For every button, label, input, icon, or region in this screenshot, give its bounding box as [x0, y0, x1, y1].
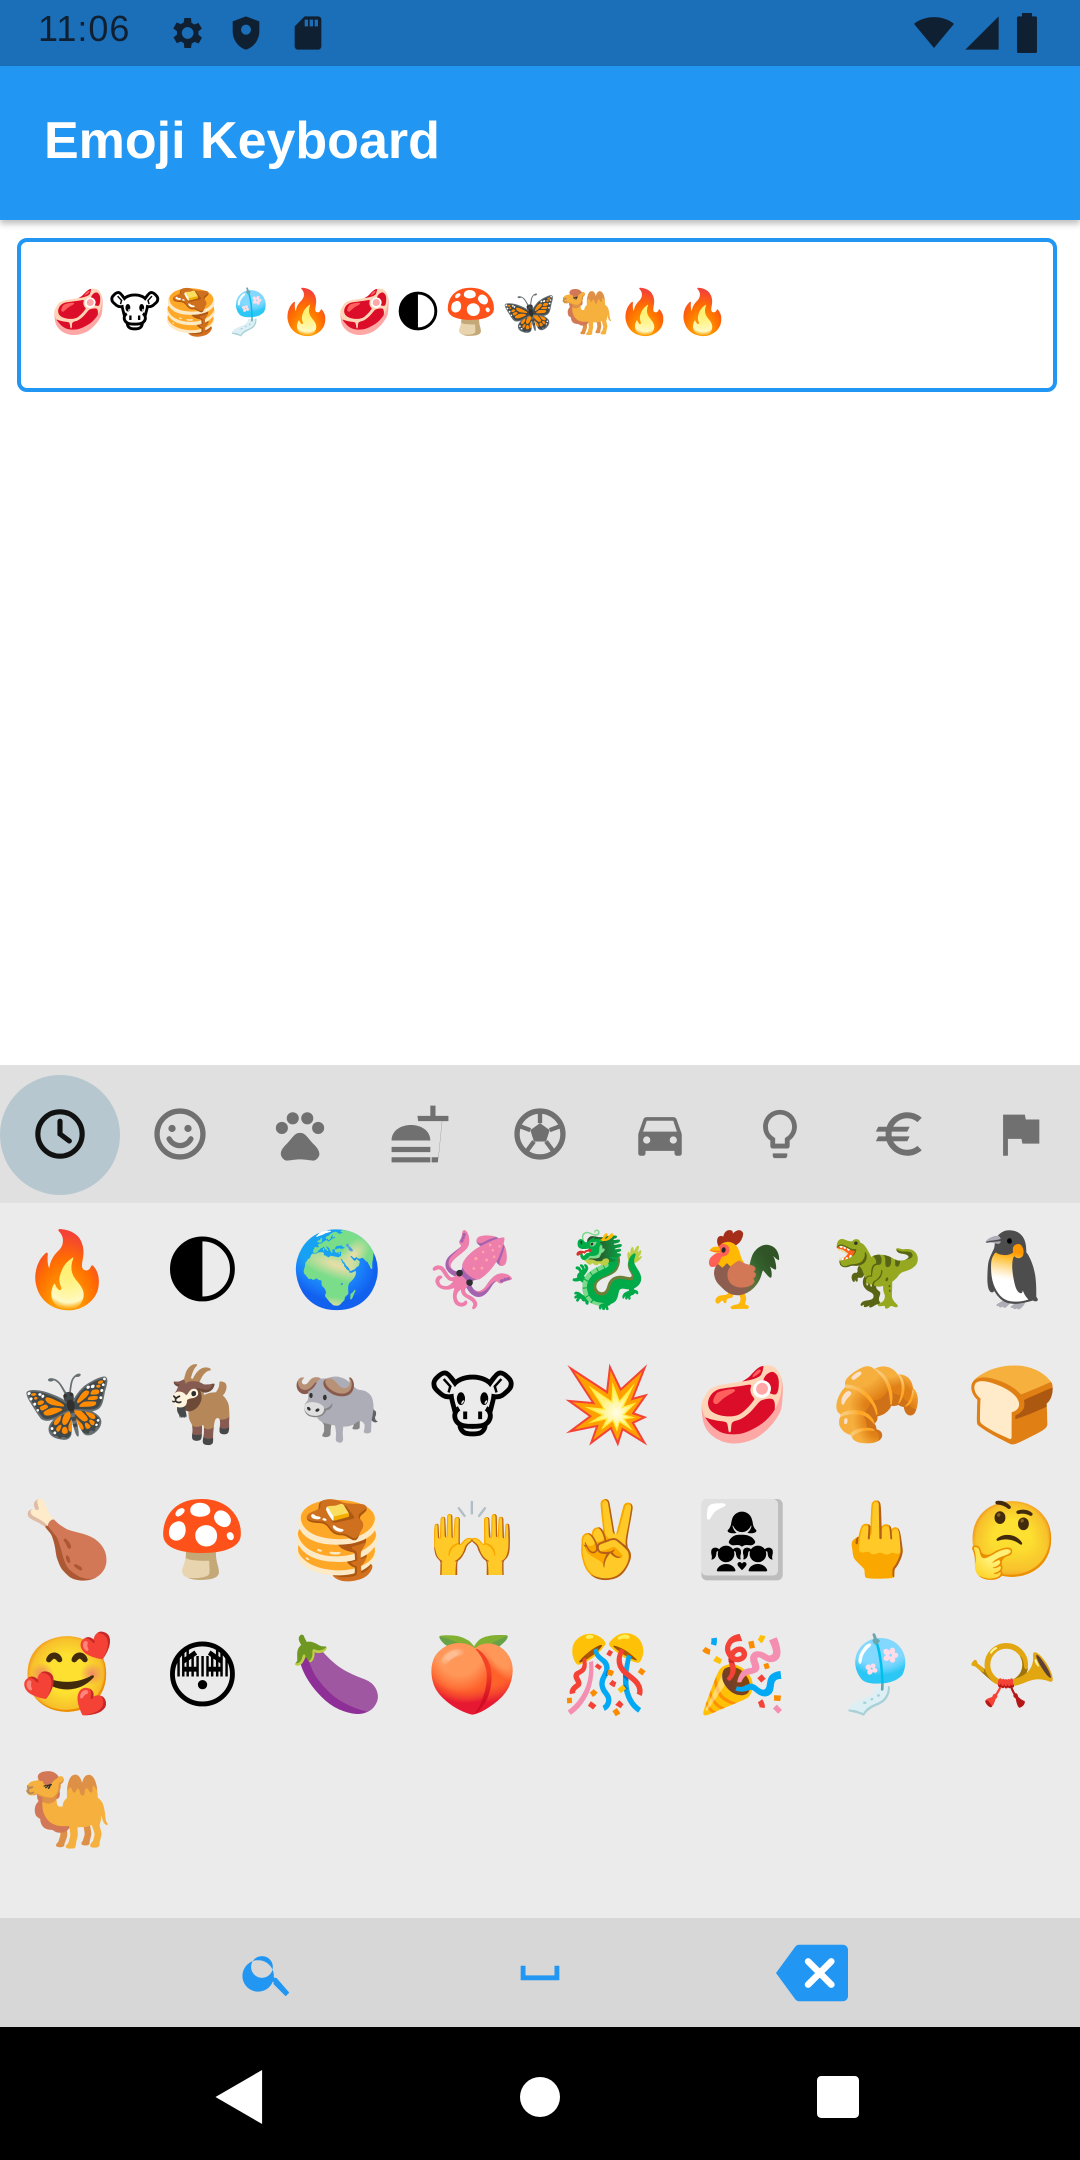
emoji-key[interactable]: 😳 [135, 1608, 270, 1743]
space-icon [520, 1965, 560, 1981]
emoji-key[interactable]: 🐐 [135, 1338, 270, 1473]
home-button[interactable] [500, 2057, 580, 2137]
emoji-key[interactable]: 🦋 [0, 1338, 135, 1473]
battery-icon [1012, 13, 1042, 57]
recents-button[interactable] [798, 2057, 878, 2137]
clock-icon [35, 1109, 85, 1159]
back-icon [215, 2070, 263, 2124]
car-icon [638, 1117, 682, 1156]
emoji-text-field[interactable]: 🥩🐮🥞🎐🔥🥩🌓🍄🦋🐫🔥🔥 [17, 238, 1057, 392]
emoji-key[interactable]: 🎊 [540, 1608, 675, 1743]
food-drink-icon [391, 1105, 449, 1163]
search-button[interactable] [228, 1936, 308, 2010]
tab-travel[interactable] [600, 1065, 720, 1203]
emoji-key[interactable]: 🍑 [405, 1608, 540, 1743]
tab-flags[interactable] [960, 1065, 1080, 1203]
keyboard-bottom-bar [0, 1918, 1080, 2027]
emoji-key[interactable]: 🎐 [810, 1608, 945, 1743]
emoji-key[interactable]: 🙌 [405, 1473, 540, 1608]
emoji-key[interactable]: 🎉 [675, 1608, 810, 1743]
soccer-ball-icon [514, 1108, 566, 1160]
backspace-icon [776, 1944, 848, 2002]
emoji-key[interactable]: 🍄 [135, 1473, 270, 1608]
tab-activities[interactable] [480, 1065, 600, 1203]
emoji-key[interactable]: 🖕 [810, 1473, 945, 1608]
emoji-keyboard: 🔥 🌓 🌍 🦑 🐉 🐓 🦖 🐧 🦋 🐐 🐃 🐮 💥 🥩 🥐 🍞 🍗 🍄 🥞 🙌 ✌️ 👩‍👧‍👧 🖕 🤔 🥰 😳 🍆 🍑 🎊 🎉 🎐 📯 🐫 [0, 1065, 1080, 2027]
emoji-key[interactable]: 🥰 [0, 1608, 135, 1743]
emoji-key[interactable]: 🐮 [405, 1338, 540, 1473]
emoji-key[interactable]: 🤔 [945, 1473, 1080, 1608]
emoji-key[interactable]: 🌓 [135, 1203, 270, 1338]
backspace-button[interactable] [772, 1936, 852, 2010]
tab-objects[interactable] [720, 1065, 840, 1203]
settings-icon [166, 13, 206, 57]
emoji-key[interactable]: 🥞 [270, 1473, 405, 1608]
emoji-key[interactable]: 🥩 [675, 1338, 810, 1473]
tab-symbols[interactable] [840, 1065, 960, 1203]
emoji-key[interactable]: 🐃 [270, 1338, 405, 1473]
back-button[interactable] [200, 2057, 280, 2137]
emoji-key[interactable]: 🌍 [270, 1203, 405, 1338]
system-nav-bar [0, 2027, 1080, 2160]
emoji-key[interactable]: 🐓 [675, 1203, 810, 1338]
status-time: 11:06 [38, 8, 131, 49]
home-icon [520, 2077, 560, 2117]
wifi-icon [912, 13, 956, 57]
emoji-grid: 🔥 🌓 🌍 🦑 🐉 🐓 🦖 🐧 🦋 🐐 🐃 🐮 💥 🥩 🥐 🍞 🍗 🍄 🥞 🙌 ✌️ 👩‍👧‍👧 🖕 🤔 🥰 😳 🍆 🍑 🎊 🎉 🎐 📯 🐫 [0, 1203, 1080, 1878]
tab-animals[interactable] [240, 1065, 360, 1203]
emoji-key[interactable]: 🐫 [0, 1743, 135, 1878]
emoji-key[interactable]: 📯 [945, 1608, 1080, 1743]
emoji-key[interactable]: 💥 [540, 1338, 675, 1473]
euro-icon [875, 1112, 922, 1156]
space-button[interactable] [500, 1936, 580, 2010]
sd-card-icon [288, 13, 328, 57]
tab-smileys[interactable] [120, 1065, 240, 1203]
emoji-key[interactable]: 🦖 [810, 1203, 945, 1338]
search-icon [242, 1956, 290, 1997]
recents-icon [817, 2076, 859, 2118]
tab-food[interactable] [360, 1065, 480, 1203]
emoji-key[interactable]: 🍗 [0, 1473, 135, 1608]
emoji-key[interactable]: 🍆 [270, 1608, 405, 1743]
flag-icon [1003, 1114, 1040, 1156]
paw-icon [275, 1112, 325, 1161]
emoji-key[interactable]: 👩‍👧‍👧 [675, 1473, 810, 1608]
emoji-key[interactable]: 🍞 [945, 1338, 1080, 1473]
emoji-key[interactable]: 🥐 [810, 1338, 945, 1473]
category-bar [0, 1065, 1080, 1203]
shield-icon [226, 13, 266, 57]
emoji-key[interactable]: ✌️ [540, 1473, 675, 1608]
signal-icon [962, 13, 1002, 57]
emoji-text-value: 🥩🐮🥞🎐🔥🥩🌓🍄🦋🐫🔥🔥 [51, 287, 733, 338]
app-title: Emoji Keyboard [44, 112, 440, 170]
status-bar: 11:06 [0, 0, 1080, 66]
emoji-key[interactable]: 🐉 [540, 1203, 675, 1338]
app-bar: Emoji Keyboard [0, 66, 1080, 220]
smiley-icon [154, 1108, 206, 1160]
lightbulb-icon [763, 1109, 797, 1159]
tab-recent[interactable] [0, 1065, 120, 1203]
emoji-key[interactable]: 🔥 [0, 1203, 135, 1338]
emoji-key[interactable]: 🦑 [405, 1203, 540, 1338]
emoji-key[interactable]: 🐧 [945, 1203, 1080, 1338]
